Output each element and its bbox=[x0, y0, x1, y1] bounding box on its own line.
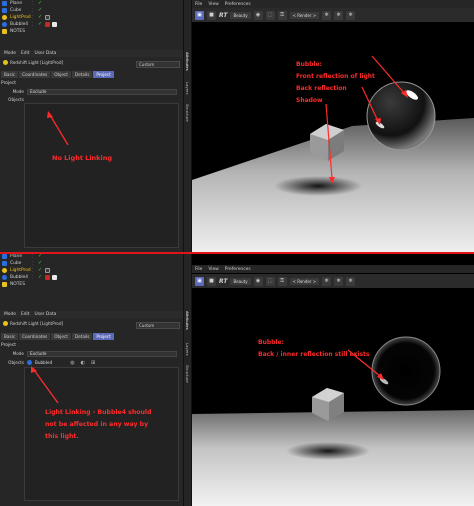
top-screenshot: Plane ⁚ ✓ Cube ⁚ ✓ LightProd ⁚ ✓ Bubble4… bbox=[0, 0, 474, 253]
render-scene bbox=[192, 55, 474, 253]
menu-file[interactable]: File bbox=[195, 267, 202, 272]
snowflake-icon[interactable]: ❄ bbox=[322, 276, 332, 286]
stop-icon[interactable]: ■ bbox=[207, 276, 216, 286]
region-icon[interactable]: ⬚ bbox=[265, 10, 275, 20]
rt-label[interactable]: RT bbox=[219, 278, 227, 285]
viewport-menu: File View Preferences bbox=[192, 0, 474, 8]
tab-structure[interactable]: Structure bbox=[185, 365, 190, 383]
annotation-bubble: Bubble: bbox=[258, 339, 284, 346]
shadow bbox=[286, 442, 370, 460]
snowflake-icon[interactable]: ❄ bbox=[334, 276, 344, 286]
render-select[interactable]: < Render > bbox=[289, 277, 320, 285]
annotation-arrow bbox=[31, 366, 59, 404]
shadow bbox=[274, 176, 362, 196]
annotation-inner-reflection: Back / inner reflection still exists bbox=[258, 351, 370, 358]
viewport-toolbar: ▣ ■ RT Beauty ◉ ⬚ ⚿ < Render > ❄ ❄ ❄ bbox=[192, 274, 474, 288]
viewport-annotations: Bubble: Front reflection of light Back r… bbox=[296, 59, 375, 107]
tab-layers[interactable]: Layers bbox=[185, 82, 190, 95]
snowflake-icon[interactable]: ❄ bbox=[334, 10, 344, 20]
render-scene bbox=[192, 336, 474, 506]
lock-icon[interactable]: ⚿ bbox=[277, 276, 287, 286]
snapshot-icon[interactable]: ◉ bbox=[253, 276, 263, 286]
annotation-text: No Light Linking bbox=[52, 154, 113, 162]
viewport-menu: File View Preferences bbox=[192, 265, 474, 273]
annotation-line: Light Linking - Bubble4 should bbox=[45, 409, 152, 416]
snowflake-icon[interactable]: ❄ bbox=[346, 10, 356, 20]
bubble-sphere bbox=[371, 336, 441, 406]
render-icon[interactable]: ▣ bbox=[195, 276, 204, 286]
aov-select[interactable]: Beauty bbox=[230, 11, 251, 19]
tab-attributes[interactable]: Attributes bbox=[185, 52, 190, 71]
snapshot-icon[interactable]: ◉ bbox=[253, 10, 263, 20]
menu-preferences[interactable]: Preferences bbox=[225, 267, 251, 272]
divider-line bbox=[0, 252, 474, 254]
stop-icon[interactable]: ■ bbox=[207, 10, 216, 20]
bottom-screenshot: Plane ⁚ ✓ Cube ⁚ ✓ LightProd ⁚ ✓ Bubble4… bbox=[0, 253, 474, 506]
side-tab-strip: Attributes Layers Structure bbox=[183, 253, 192, 506]
rt-label[interactable]: RT bbox=[219, 12, 227, 19]
render-select[interactable]: < Render > bbox=[289, 11, 320, 19]
menu-file[interactable]: File bbox=[195, 2, 202, 7]
annotation-front-reflection: Front reflection of light bbox=[296, 73, 375, 80]
side-tab-strip: Attributes Layers Structure bbox=[183, 0, 192, 253]
snowflake-icon[interactable]: ❄ bbox=[346, 276, 356, 286]
annotation-text: Light Linking - Bubble4 should not be af… bbox=[45, 407, 151, 443]
left-panel: Plane ⁚ ✓ Cube ⁚ ✓ LightProd ⁚ ✓ Bubble4… bbox=[0, 253, 183, 506]
menu-view[interactable]: View bbox=[208, 267, 218, 272]
tab-attributes[interactable]: Attributes bbox=[185, 311, 190, 330]
annotation-bubble: Bubble: bbox=[296, 61, 322, 68]
annotation-line: this light. bbox=[45, 433, 79, 440]
render-viewport: File View Preferences ▣ ■ RT Beauty ◉ ⬚ … bbox=[192, 253, 474, 506]
snowflake-icon[interactable]: ❄ bbox=[322, 10, 332, 20]
annotation-line: not be affected in any way by bbox=[45, 421, 149, 428]
menu-preferences[interactable]: Preferences bbox=[225, 2, 251, 7]
tab-structure[interactable]: Structure bbox=[185, 104, 190, 122]
bubble-sphere bbox=[366, 81, 436, 151]
lock-icon[interactable]: ⚿ bbox=[277, 10, 287, 20]
aov-select[interactable]: Beauty bbox=[230, 277, 251, 285]
annotation-back-reflection: Back reflection bbox=[296, 85, 347, 92]
annotation-shadow: Shadow bbox=[296, 97, 323, 104]
viewport-annotations: Bubble: Back / inner reflection still ex… bbox=[258, 337, 369, 361]
render-icon[interactable]: ▣ bbox=[195, 10, 204, 20]
tab-layers[interactable]: Layers bbox=[185, 343, 190, 356]
render-viewport: File View Preferences ▣ ■ RT Beauty ◉ ⬚ … bbox=[192, 0, 474, 253]
region-icon[interactable]: ⬚ bbox=[265, 276, 275, 286]
menu-view[interactable]: View bbox=[208, 2, 218, 7]
annotation-arrow bbox=[47, 111, 69, 146]
left-panel: Plane ⁚ ✓ Cube ⁚ ✓ LightProd ⁚ ✓ Bubble4… bbox=[0, 0, 183, 253]
viewport-toolbar: ▣ ■ RT Beauty ◉ ⬚ ⚿ < Render > ❄ ❄ ❄ bbox=[192, 8, 474, 22]
